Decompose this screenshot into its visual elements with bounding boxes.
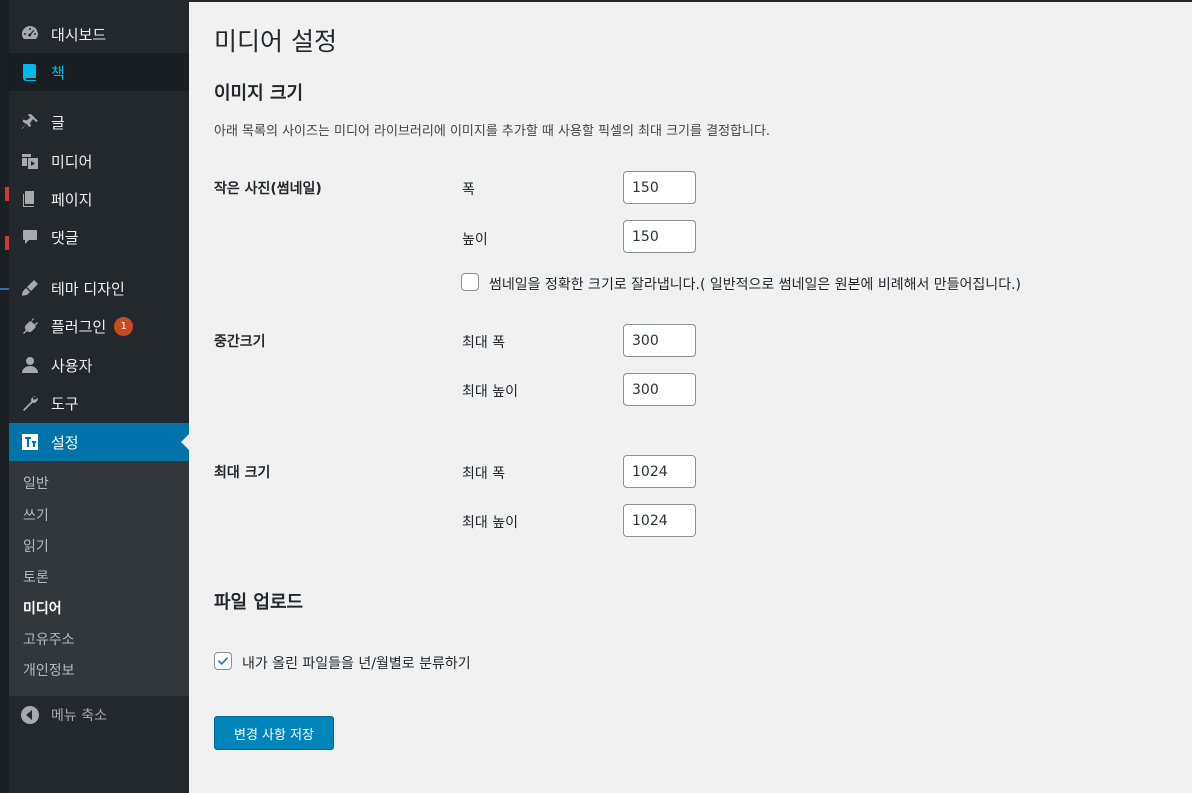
update-count-badge: 1 bbox=[114, 316, 134, 336]
organize-uploads-checkbox[interactable] bbox=[214, 652, 232, 670]
thumbnail-height-label: 높이 bbox=[462, 232, 488, 248]
left-edge-strip bbox=[0, 0, 9, 793]
menu-item-pages[interactable]: 페이지 bbox=[9, 180, 189, 218]
media-icon bbox=[19, 150, 41, 172]
menu-label: 대시보드 bbox=[51, 25, 107, 44]
thumbnail-size-title: 작은 사진(썸네일) bbox=[214, 181, 322, 197]
collapse-label: 메뉴 축소 bbox=[51, 708, 107, 724]
wrench-icon bbox=[19, 392, 41, 414]
image-sizes-description: 아래 목록의 사이즈는 미디어 라이브러리에 이미지를 추가할 때 사용할 픽셀… bbox=[214, 124, 771, 139]
large-height-label: 최대 높이 bbox=[462, 515, 518, 531]
dashboard-icon bbox=[19, 23, 41, 45]
menu-item-posts[interactable]: 글 bbox=[9, 103, 189, 141]
menu-item-dashboard[interactable]: 대시보드 bbox=[9, 15, 189, 53]
menu-label: 페이지 bbox=[51, 190, 93, 209]
medium-width-input[interactable] bbox=[623, 324, 696, 357]
page-icon bbox=[19, 188, 41, 210]
large-size-title: 최대 크기 bbox=[214, 465, 271, 481]
menu-item-comments[interactable]: 댓글 bbox=[9, 218, 189, 256]
menu-item-users[interactable]: 사용자 bbox=[9, 346, 189, 384]
menu-label: 댓글 bbox=[51, 228, 79, 247]
page-title: 미디어 설정 bbox=[214, 27, 337, 56]
menu-item-plugins[interactable]: 플러그인 1 bbox=[9, 307, 189, 345]
large-width-input[interactable] bbox=[623, 455, 696, 488]
menu-item-tools[interactable]: 도구 bbox=[9, 384, 189, 422]
large-width-label: 최대 폭 bbox=[462, 466, 506, 482]
medium-height-label: 최대 높이 bbox=[462, 384, 518, 400]
thumbnail-height-input[interactable] bbox=[623, 220, 696, 253]
menu-label: 사용자 bbox=[51, 356, 93, 375]
menu-item-appearance[interactable]: 테마 디자인 bbox=[9, 269, 189, 307]
main-content: 미디어 설정 이미지 크기 아래 목록의 사이즈는 미디어 라이브러리에 이미지… bbox=[189, 0, 1192, 793]
menu-label: 책 bbox=[51, 63, 65, 82]
medium-width-label: 최대 폭 bbox=[462, 335, 506, 351]
menu-label: 설정 bbox=[51, 433, 79, 452]
comment-icon bbox=[19, 226, 41, 248]
edge-line bbox=[0, 288, 9, 290]
settings-icon bbox=[19, 431, 41, 453]
save-changes-button[interactable]: 변경 사항 저장 bbox=[214, 716, 334, 750]
menu-item-media[interactable]: 미디어 bbox=[9, 142, 189, 180]
book-icon bbox=[19, 61, 41, 83]
admin-sidebar: 대시보드 책 글 미디어 페이지 댓글 테마 디자인 플러그인 1 사용자 도구… bbox=[9, 0, 189, 793]
thumbnail-width-input[interactable] bbox=[623, 171, 696, 204]
pin-icon bbox=[19, 111, 41, 133]
submenu-item-discussion[interactable]: 토론 bbox=[23, 568, 49, 588]
submenu-item-privacy[interactable]: 개인정보 bbox=[23, 661, 75, 681]
submenu-item-permalinks[interactable]: 고유주소 bbox=[23, 630, 75, 650]
submenu-item-general[interactable]: 일반 bbox=[23, 474, 49, 494]
brush-icon bbox=[19, 277, 41, 299]
submenu-item-writing[interactable]: 쓰기 bbox=[23, 506, 49, 526]
organize-uploads-label: 내가 올린 파일들을 년/월별로 분류하기 bbox=[242, 656, 471, 672]
large-height-input[interactable] bbox=[623, 504, 696, 537]
submenu-item-reading[interactable]: 읽기 bbox=[23, 537, 49, 557]
menu-label: 글 bbox=[51, 113, 65, 132]
collapse-menu-button[interactable]: 메뉴 축소 bbox=[9, 700, 189, 730]
collapse-arrow-icon bbox=[20, 705, 40, 725]
uploads-heading: 파일 업로드 bbox=[214, 592, 304, 613]
medium-height-input[interactable] bbox=[623, 373, 696, 406]
menu-item-settings[interactable]: 설정 bbox=[9, 423, 189, 461]
medium-size-title: 중간크기 bbox=[214, 334, 266, 350]
checkmark-icon bbox=[217, 657, 229, 665]
menu-label: 도구 bbox=[51, 394, 79, 413]
thumbnail-crop-label: 썸네일을 정확한 크기로 잘라냅니다.( 일반적으로 썸네일은 원본에 비례해서… bbox=[489, 277, 1021, 293]
menu-label: 플러그인 bbox=[51, 317, 107, 336]
thumbnail-width-label: 폭 bbox=[462, 182, 475, 198]
thumbnail-crop-checkbox[interactable] bbox=[461, 273, 479, 291]
menu-label: 미디어 bbox=[51, 152, 93, 171]
plugin-icon bbox=[19, 315, 41, 337]
submenu-item-media[interactable]: 미디어 bbox=[23, 599, 62, 619]
menu-label: 테마 디자인 bbox=[51, 279, 125, 298]
user-icon bbox=[19, 354, 41, 376]
menu-item-book[interactable]: 책 bbox=[9, 53, 189, 91]
image-sizes-heading: 이미지 크기 bbox=[214, 83, 304, 104]
settings-submenu: 일반 쓰기 읽기 토론 미디어 고유주소 개인정보 bbox=[9, 461, 189, 696]
